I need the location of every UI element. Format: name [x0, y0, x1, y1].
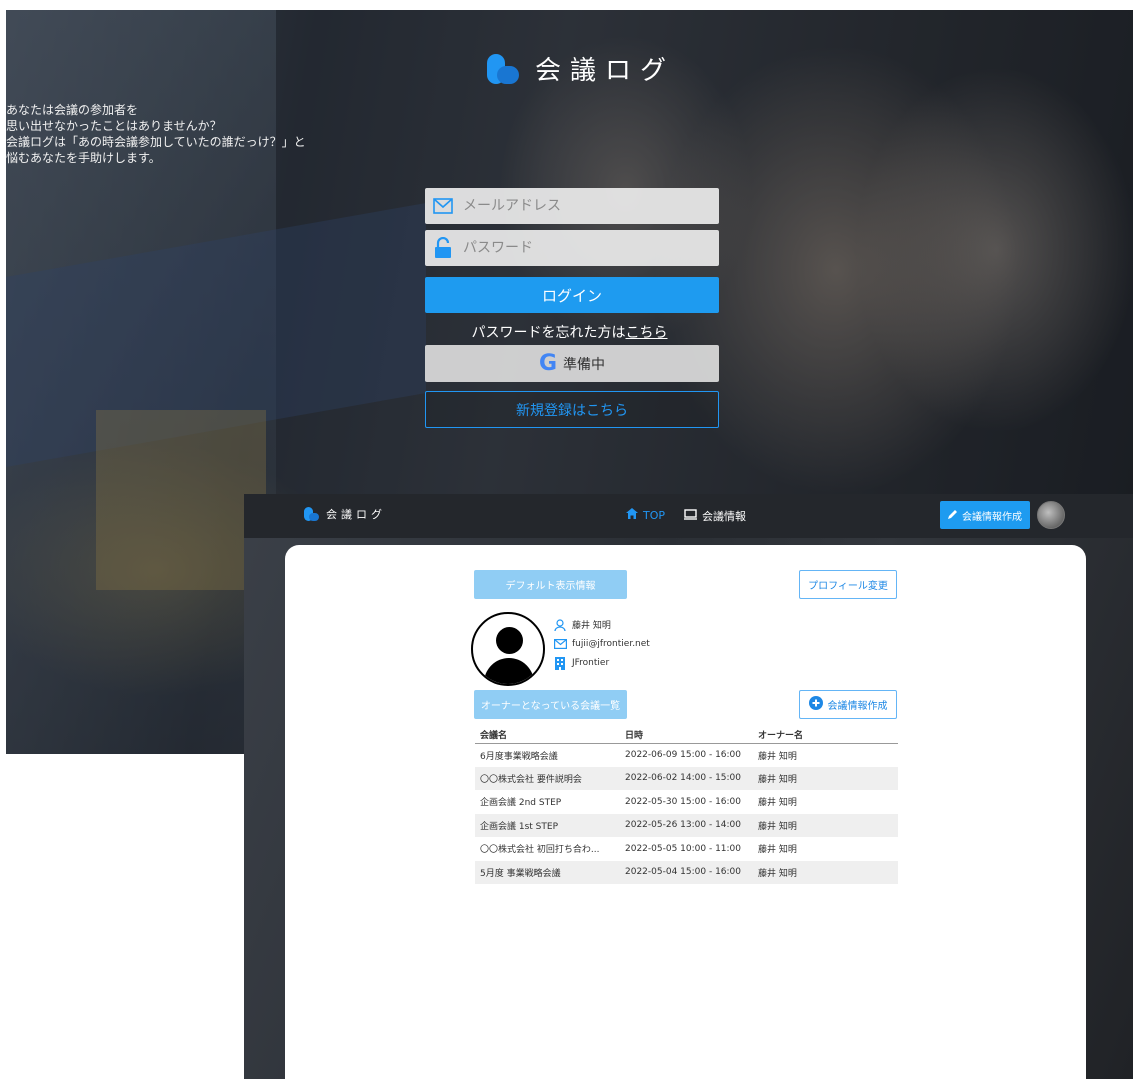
login-description-line: あなたは会議の参加者を — [6, 103, 139, 117]
table-header-row: 会議名 日時 オーナー名 — [475, 726, 898, 744]
nav-logo[interactable]: 会議ログ — [304, 506, 386, 522]
unlock-icon — [433, 237, 453, 258]
meeting-datetime-cell: 2022-05-05 10:00 - 11:00 — [625, 843, 742, 854]
meeting-name-cell[interactable]: 〇〇株式会社 初回打ち合わ... — [475, 837, 620, 861]
profile-email: fujii@jfrontier.net — [572, 639, 650, 649]
owner-meetings-label: オーナーとなっている会議一覧 — [474, 690, 627, 719]
google-login-label: 準備中 — [563, 356, 606, 373]
table-row[interactable]: 企画会議 2nd STEP 2022-05-30 15:00 - 16:00 藤… — [475, 790, 898, 814]
table-row[interactable]: 5月度 事業戦略会議 2022-05-04 15:00 - 16:00 藤井 知… — [475, 860, 898, 884]
app-logo-icon — [487, 52, 521, 86]
meeting-datetime-cell: 2022-05-30 15:00 - 16:00 — [625, 796, 742, 807]
column-header-meeting-name[interactable]: 会議名 — [475, 726, 620, 744]
login-description-line: 悩むあなたを手助けします。 — [6, 151, 161, 165]
nav-create-meeting-button[interactable]: 会議情報作成 — [940, 501, 1030, 529]
meeting-datetime-cell: 2022-06-02 14:00 - 15:00 — [620, 766, 753, 790]
password-input[interactable] — [463, 240, 703, 256]
email-input[interactable] — [463, 198, 703, 214]
profile-name: 藤井 知明 — [572, 621, 611, 631]
meeting-name-cell[interactable]: 〇〇株式会社 要件説明会 — [475, 766, 620, 790]
forgot-password-link[interactable]: こちら — [626, 325, 668, 341]
plus-circle-icon — [808, 696, 823, 713]
profile-email-row: fujii@jfrontier.net — [553, 638, 650, 650]
column-header-owner[interactable]: オーナー名 — [753, 726, 898, 744]
meeting-datetime-cell: 2022-05-04 15:00 - 16:00 — [620, 860, 753, 884]
nav-logo-text: 会議ログ — [326, 508, 386, 521]
navbar: 会議ログ TOP 会議情報 会議情報作成 — [244, 494, 1133, 538]
profile-change-button[interactable]: プロフィール変更 — [799, 570, 897, 599]
mail-icon — [433, 196, 453, 216]
login-logo-text: 会議ログ — [535, 56, 676, 86]
user-icon — [553, 618, 567, 631]
login-logo: 会議ログ — [487, 50, 675, 87]
email-field[interactable] — [425, 188, 719, 224]
login-description: あなたは会議の参加者を 思い出せなかったことはありませんか？ 会議ログは「あの時… — [6, 102, 1133, 166]
create-meeting-button[interactable]: 会議情報作成 — [799, 690, 897, 719]
login-button[interactable]: ログイン — [425, 277, 719, 313]
google-icon: G — [538, 351, 558, 376]
dashboard-screen: 会議ログ TOP 会議情報 会議情報作成 デフォルト表示情報 プロフィール変更 — [244, 494, 1133, 1079]
app-logo-icon — [304, 506, 320, 522]
table-row[interactable]: 企画会議 1st STEP 2022-05-26 13:00 - 14:00 藤… — [475, 813, 898, 837]
meeting-name-cell[interactable]: 企画会議 2nd STEP — [475, 790, 620, 814]
nav-top-link[interactable]: TOP — [626, 508, 665, 522]
column-header-datetime[interactable]: 日時 — [620, 726, 753, 744]
table-row[interactable]: 6月度事業戦略会議 2022-06-09 15:00 - 16:00 藤井 知明 — [475, 743, 898, 767]
login-description-line: 会議ログは「あの時会議参加していたの誰だっけ？」と — [6, 135, 306, 149]
nav-meeting-info-link[interactable]: 会議情報 — [684, 508, 746, 524]
profile-name-row: 藤井 知明 — [553, 618, 611, 631]
building-icon — [553, 656, 567, 670]
meetings-table: 会議名 日時 オーナー名 6月度事業戦略会議 2022-06-09 15:00 … — [475, 726, 898, 884]
meeting-name-cell[interactable]: 5月度 事業戦略会議 — [475, 860, 620, 884]
pencil-icon — [948, 509, 958, 522]
meeting-owner-cell: 藤井 知明 — [753, 813, 898, 837]
profile-avatar — [471, 612, 545, 686]
meeting-owner-cell: 藤井 知明 — [758, 798, 797, 809]
profile-card: デフォルト表示情報 プロフィール変更 藤井 知明 fujii@jfrontier… — [285, 545, 1086, 1079]
meeting-datetime-cell: 2022-06-09 15:00 - 16:00 — [625, 750, 742, 760]
nav-meeting-info-label: 会議情報 — [702, 510, 746, 523]
user-avatar[interactable] — [1037, 501, 1065, 529]
create-meeting-label: 会議情報作成 — [827, 701, 888, 712]
table-row[interactable]: 〇〇株式会社 初回打ち合わ... 2022-05-05 10:00 - 11:0… — [475, 837, 898, 861]
default-info-label: デフォルト表示情報 — [474, 570, 627, 599]
home-icon — [626, 508, 638, 522]
meeting-owner-cell: 藤井 知明 — [758, 845, 797, 856]
google-login-button[interactable]: G 準備中 — [425, 345, 719, 382]
meeting-owner-cell: 藤井 知明 — [753, 766, 898, 790]
profile-company-row: JFrontier — [553, 656, 610, 670]
profile-company: JFrontier — [572, 658, 610, 668]
login-description-line: 思い出せなかったことはありませんか？ — [6, 119, 222, 133]
screen-icon — [684, 509, 697, 523]
nav-top-label: TOP — [643, 508, 666, 522]
forgot-password-text: パスワードを忘れた方はこちら — [6, 322, 1133, 342]
table-row[interactable]: 〇〇株式会社 要件説明会 2022-06-02 14:00 - 15:00 藤井… — [475, 766, 898, 790]
meeting-datetime-cell: 2022-05-26 13:00 - 14:00 — [620, 813, 753, 837]
password-field[interactable] — [425, 230, 719, 266]
mail-icon — [553, 638, 567, 650]
nav-create-meeting-label: 会議情報作成 — [962, 511, 1022, 523]
meeting-name-cell[interactable]: 企画会議 1st STEP — [475, 813, 620, 837]
meeting-name-cell[interactable]: 6月度事業戦略会議 — [475, 743, 620, 767]
forgot-password-prefix: パスワードを忘れた方は — [471, 325, 626, 341]
meeting-owner-cell: 藤井 知明 — [758, 751, 797, 762]
meeting-owner-cell: 藤井 知明 — [753, 860, 898, 884]
register-button[interactable]: 新規登録はこちら — [425, 391, 719, 428]
